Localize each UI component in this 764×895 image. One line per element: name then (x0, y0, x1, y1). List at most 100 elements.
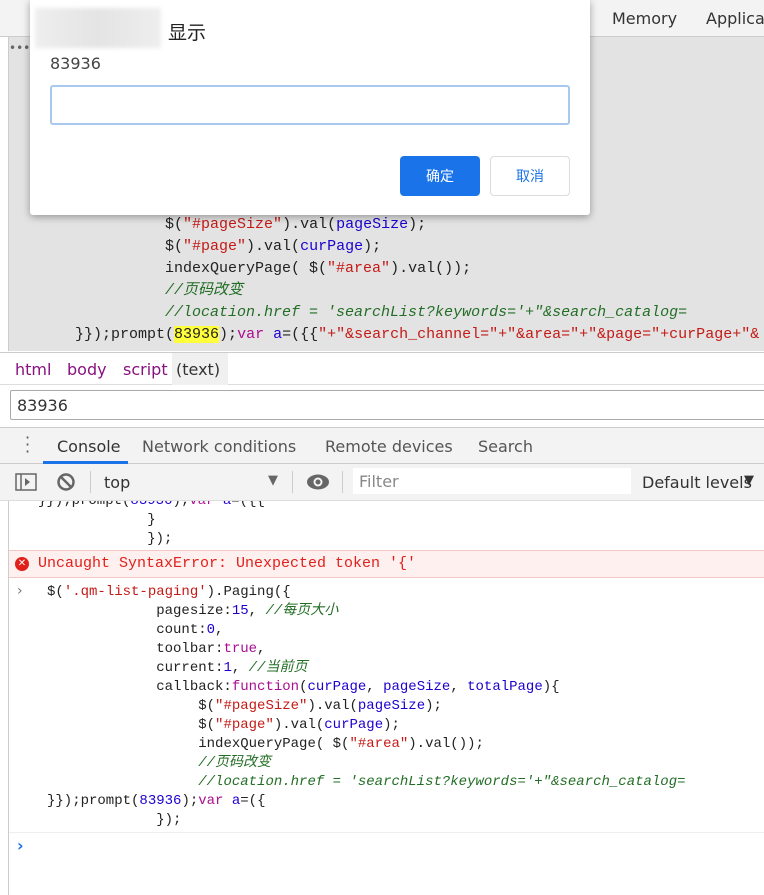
code-token: , (248, 603, 266, 619)
code-token: curPage (307, 679, 367, 695)
code-token: ); (172, 501, 190, 509)
levels-arrow-icon[interactable]: ▼ (744, 473, 754, 488)
code-token: pageSize (336, 216, 409, 233)
code-line: pagesize:15, //每页大小 (47, 602, 338, 621)
code-token: //当前页 (248, 660, 308, 676)
cancel-button[interactable]: 取消 (490, 156, 570, 196)
code-token: 0 (206, 622, 216, 638)
clear-console-icon[interactable] (56, 472, 76, 492)
code-line: }); (38, 530, 172, 549)
code-token: pageSize (383, 679, 451, 695)
kebab-menu-icon[interactable]: · · · (25, 430, 30, 460)
tab-remote-devices[interactable]: Remote devices (325, 437, 453, 456)
code-token: , (215, 622, 224, 638)
code-token: //页码改变 (165, 282, 244, 299)
tab-application[interactable]: Applicat (706, 9, 764, 28)
code-line: toolbar:true, (47, 640, 265, 659)
tab-memory[interactable]: Memory (612, 9, 677, 28)
code-line: }});prompt(83936);var a=({{"+"&search_ch… (75, 324, 759, 346)
code-token: $( (165, 238, 184, 255)
node-value-input[interactable]: 83936 (10, 390, 764, 420)
code-token: ).val()); (408, 736, 484, 752)
divider (90, 471, 91, 493)
code-token: totalPage (467, 679, 543, 695)
code-token: }); (156, 812, 182, 828)
console-toolbar: top ▼ Filter Default levels ▼ (0, 464, 764, 501)
crumb-text[interactable]: (text) (172, 353, 228, 385)
code-line: //location.href = 'searchList?keywords='… (75, 302, 687, 324)
code-token: , (231, 660, 249, 676)
code-line: $("#pageSize").val(pageSize); (75, 214, 426, 236)
code-token: $( (198, 698, 216, 714)
code-token: '.qm-list-paging' (63, 584, 207, 600)
divider (9, 832, 764, 833)
crumb-script[interactable]: script (123, 360, 168, 379)
code-line: indexQueryPage( $("#area").val()); (75, 258, 471, 280)
code-token: 15 (231, 603, 249, 619)
filter-input[interactable]: Filter (353, 468, 631, 494)
code-line: current:1, //当前页 (47, 659, 307, 678)
blurred-site-name (35, 8, 161, 48)
code-line: }});prompt(83936);var a=({ (47, 792, 266, 811)
code-token: "+"&search_channel="+"&area="+"&page="+c… (318, 326, 760, 343)
code-line: $('.qm-list-paging').Paging({ (47, 583, 291, 602)
context-selector[interactable]: top (104, 473, 130, 492)
sidebar-toggle-icon[interactable] (15, 473, 37, 491)
code-token: ).val( (273, 717, 325, 733)
code-token: ); (363, 238, 382, 255)
code-token: , (257, 641, 266, 657)
code-token: ).Paging({ (206, 584, 291, 600)
dropdown-arrow-icon[interactable]: ▼ (268, 473, 278, 488)
code-token: var (189, 501, 215, 509)
crumb-body[interactable]: body (67, 360, 107, 379)
code-token: ){ (542, 679, 560, 695)
error-message-row: ✕ Uncaught SyntaxError: Unexpected token… (9, 550, 764, 578)
code-token: curPage (324, 717, 384, 733)
code-line: //页码改变 (75, 280, 243, 302)
code-line: $("#pageSize").val(pageSize); (47, 697, 442, 716)
code-token: ); (408, 216, 427, 233)
code-token: "#pageSize" (183, 216, 283, 233)
code-token: curPage (300, 238, 364, 255)
prompt-chevron-icon[interactable]: › (17, 836, 24, 855)
code-token: $( (165, 216, 184, 233)
log-levels-dropdown[interactable]: Default levels (642, 473, 752, 492)
crumb-html[interactable]: html (15, 360, 51, 379)
tab-network-conditions[interactable]: Network conditions (142, 437, 296, 456)
code-token: 83936 (139, 793, 182, 809)
code-token: , (450, 679, 468, 695)
code-token: var (237, 326, 265, 343)
code-token: ).val( (307, 698, 358, 714)
tab-console[interactable]: Console (57, 437, 121, 456)
code-token: "#area" (327, 260, 391, 277)
code-token: indexQueryPage( $( (198, 736, 350, 752)
code-line: count:0, (47, 621, 223, 640)
code-line: } (38, 511, 155, 530)
divider (342, 471, 343, 493)
code-token: "#area" (349, 736, 409, 752)
tab-search[interactable]: Search (478, 437, 533, 456)
code-token: ); (181, 793, 199, 809)
more-icon[interactable]: ••• (9, 41, 30, 55)
code-token: ).val( (246, 238, 301, 255)
ok-button[interactable]: 确定 (400, 156, 480, 196)
prompt-input[interactable] (50, 85, 570, 125)
divider (292, 471, 293, 493)
code-line: //页码改变 (47, 754, 271, 773)
code-token: =({{ (282, 326, 319, 343)
eye-icon[interactable] (306, 473, 330, 491)
code-token: callback: (156, 679, 232, 695)
